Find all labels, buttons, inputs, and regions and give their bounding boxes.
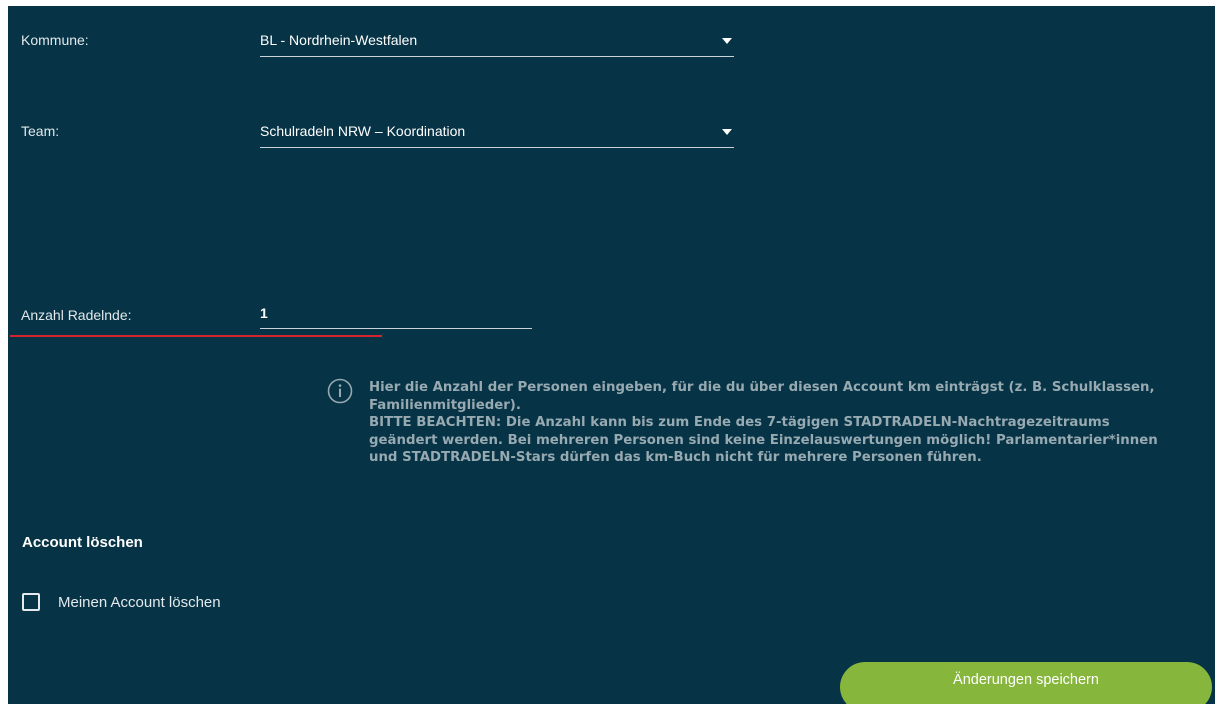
help-text-line: und STADTRADELN-Stars dürfen das km-Buch… bbox=[369, 450, 982, 465]
delete-account-heading: Account löschen bbox=[22, 534, 143, 551]
chevron-down-icon bbox=[722, 38, 732, 44]
help-text-line: Familienmitglieder). bbox=[369, 397, 521, 413]
kommune-select-value: BL - Nordrhein-Westfalen bbox=[260, 32, 418, 48]
team-select[interactable]: Schulradeln NRW – Koordination bbox=[260, 117, 734, 148]
help-text-line: Hier die Anzahl der Personen eingeben, f… bbox=[369, 380, 1155, 395]
riders-count-input[interactable] bbox=[260, 298, 532, 329]
help-text-line: BITTE BEACHTEN: Die Anzahl kann bis zum … bbox=[369, 415, 1110, 430]
team-select-value: Schulradeln NRW – Koordination bbox=[260, 123, 466, 139]
riders-count-error-underline bbox=[10, 335, 382, 337]
profile-settings-panel: Kommune: BL - Nordrhein-Westfalen Team: … bbox=[8, 6, 1215, 704]
team-label: Team: bbox=[21, 123, 60, 139]
riders-count-label: Anzahl Radelnde: bbox=[21, 307, 132, 323]
riders-count-help-text: Hier die Anzahl der Personen eingeben, f… bbox=[369, 379, 1215, 467]
kommune-label: Kommune: bbox=[21, 32, 89, 48]
kommune-select[interactable]: BL - Nordrhein-Westfalen bbox=[260, 26, 734, 57]
chevron-down-icon bbox=[722, 129, 732, 135]
info-icon bbox=[327, 378, 353, 404]
delete-account-checkbox[interactable] bbox=[22, 593, 40, 611]
help-text-line: geändert werden. Bei mehreren Personen s… bbox=[369, 432, 1158, 448]
save-changes-button[interactable]: Änderungen speichern bbox=[840, 662, 1212, 704]
delete-account-checkbox-label[interactable]: Meinen Account löschen bbox=[58, 594, 221, 611]
